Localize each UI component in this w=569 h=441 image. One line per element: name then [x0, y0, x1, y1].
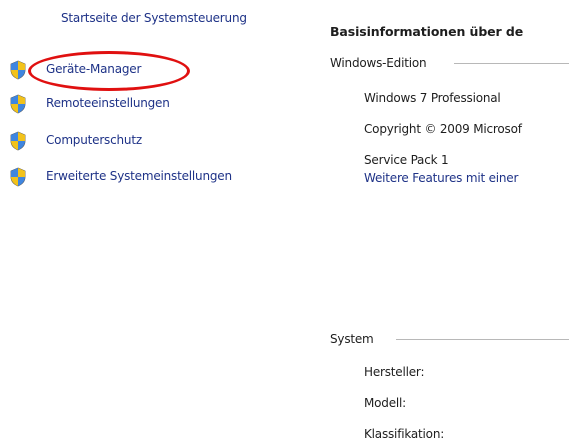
system-protection-link[interactable]: Computerschutz	[46, 133, 142, 147]
control-panel-home-link[interactable]: Startseite der Systemsteuerung	[61, 11, 247, 25]
more-features-link[interactable]: Weitere Features mit einer	[364, 171, 518, 185]
device-manager-link[interactable]: Geräte-Manager	[46, 62, 141, 76]
uac-shield-icon	[10, 131, 26, 151]
copyright-text: Copyright © 2009 Microsof	[364, 122, 522, 136]
left-task-pane: Startseite der Systemsteuerung Geräte-Ma…	[0, 0, 300, 441]
edition-name: Windows 7 Professional	[364, 91, 501, 105]
uac-shield-icon	[10, 94, 26, 114]
page-title: Basisinformationen über de	[330, 24, 524, 39]
system-heading: System	[330, 332, 374, 346]
remote-settings-link[interactable]: Remoteeinstellungen	[46, 96, 170, 110]
edition-separator	[454, 63, 569, 64]
service-pack-text: Service Pack 1	[364, 153, 449, 167]
advanced-system-settings-link[interactable]: Erweiterte Systemeinstellungen	[46, 169, 232, 183]
system-separator	[396, 339, 569, 340]
windows-edition-heading: Windows-Edition	[330, 56, 427, 70]
main-content: Basisinformationen über de Windows-Editi…	[330, 0, 569, 441]
model-label: Modell:	[364, 396, 407, 410]
uac-shield-icon	[10, 60, 26, 80]
uac-shield-icon	[10, 167, 26, 187]
rating-label: Klassifikation:	[364, 427, 445, 441]
manufacturer-label: Hersteller:	[364, 365, 425, 379]
